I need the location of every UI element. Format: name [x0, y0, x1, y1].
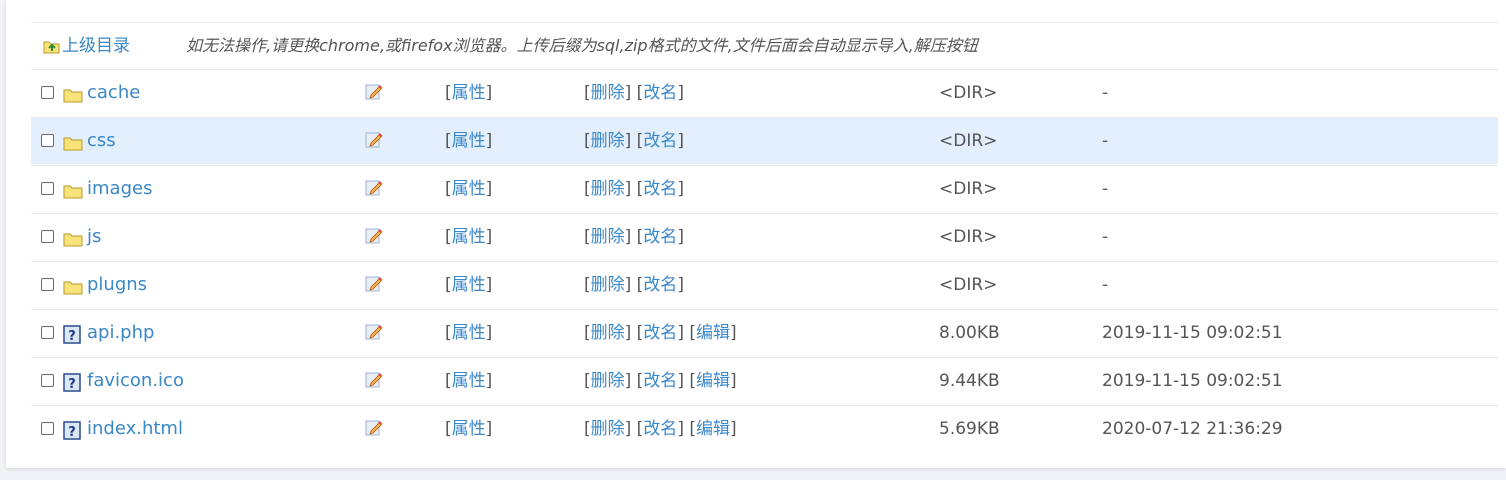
file-row: ? favicon.ico [属性] [删除] [改名] [编辑] 9.44KB 2019… [31, 357, 1498, 404]
svg-text:?: ? [68, 329, 76, 344]
file-name-link[interactable]: js [87, 214, 101, 260]
file-actions: [删除] [改名] [编辑] [584, 371, 737, 391]
folder-icon [63, 231, 83, 252]
delete-link[interactable]: 删除 [591, 179, 625, 199]
file-name-link[interactable]: index.html [87, 406, 183, 452]
folder-icon [63, 135, 83, 156]
file-name-link[interactable]: plugns [87, 262, 147, 308]
properties-link[interactable]: 属性 [452, 179, 486, 199]
select-checkbox[interactable] [41, 374, 54, 387]
edit-pencil-icon[interactable] [365, 275, 383, 298]
file-actions: [删除] [改名] [584, 275, 684, 295]
rename-link[interactable]: 改名 [643, 131, 677, 151]
edit-link[interactable]: 编辑 [696, 371, 730, 391]
properties-link[interactable]: 属性 [452, 83, 486, 103]
file-name-link[interactable]: images [87, 166, 152, 212]
select-checkbox[interactable] [41, 326, 54, 339]
rename-link[interactable]: 改名 [643, 179, 677, 199]
select-checkbox[interactable] [41, 278, 54, 291]
rename-link[interactable]: 改名 [643, 275, 677, 295]
folder-up-icon[interactable] [43, 38, 61, 59]
edit-link[interactable]: 编辑 [696, 323, 730, 343]
folder-icon [63, 183, 83, 204]
file-name-link[interactable]: favicon.ico [87, 358, 184, 404]
file-size: <DIR> [939, 227, 998, 247]
edit-pencil-icon[interactable] [365, 179, 383, 202]
edit-pencil-icon[interactable] [365, 419, 383, 442]
file-name-link[interactable]: cache [87, 70, 140, 116]
unknown-file-icon: ? [63, 421, 81, 445]
delete-link[interactable]: 删除 [591, 371, 625, 391]
delete-link[interactable]: 删除 [591, 323, 625, 343]
file-size: <DIR> [939, 83, 998, 103]
modified-time: 2019-11-15 09:02:51 [1102, 371, 1283, 391]
file-size: <DIR> [939, 131, 998, 151]
modified-time: - [1102, 83, 1109, 103]
file-actions: [删除] [改名] [编辑] [584, 323, 737, 343]
file-row: cache [属性] [删除] [改名] <DIR> - [31, 69, 1498, 116]
properties-link[interactable]: 属性 [452, 419, 486, 439]
modified-time: - [1102, 275, 1109, 295]
modified-time: - [1102, 227, 1109, 247]
file-size: 8.00KB [939, 323, 1000, 343]
select-checkbox[interactable] [41, 182, 54, 195]
file-row: ? index.html [属性] [删除] [改名] [编辑] 5.69KB 2020-… [31, 405, 1498, 452]
delete-link[interactable]: 删除 [591, 227, 625, 247]
select-checkbox[interactable] [41, 230, 54, 243]
properties-link[interactable]: 属性 [452, 275, 486, 295]
edit-pencil-icon[interactable] [365, 323, 383, 346]
file-name-link[interactable]: css [87, 118, 116, 164]
edit-link[interactable]: 编辑 [696, 419, 730, 439]
svg-text:?: ? [68, 425, 76, 440]
file-actions: [删除] [改名] [584, 131, 684, 151]
rename-link[interactable]: 改名 [643, 323, 677, 343]
delete-link[interactable]: 删除 [591, 131, 625, 151]
modified-time: 2019-11-15 09:02:51 [1102, 323, 1283, 343]
properties-link[interactable]: 属性 [452, 371, 486, 391]
file-size: <DIR> [939, 275, 998, 295]
parent-dir-link[interactable]: 上级目录 [62, 23, 130, 69]
file-actions: [删除] [改名] [编辑] [584, 419, 737, 439]
select-checkbox[interactable] [41, 86, 54, 99]
svg-text:?: ? [68, 377, 76, 392]
edit-pencil-icon[interactable] [365, 371, 383, 394]
delete-link[interactable]: 删除 [591, 275, 625, 295]
delete-link[interactable]: 删除 [591, 419, 625, 439]
properties-link[interactable]: 属性 [452, 227, 486, 247]
modified-time: - [1102, 131, 1109, 151]
edit-pencil-icon[interactable] [365, 131, 383, 154]
folder-icon [63, 87, 83, 108]
file-size: 5.69KB [939, 419, 1000, 439]
file-actions: [删除] [改名] [584, 227, 684, 247]
browser-notice: 如无法操作,请更换chrome,或firefox浏览器。上传后缀为sql,zip… [186, 36, 978, 55]
modified-time: 2020-07-12 21:36:29 [1102, 419, 1283, 439]
rename-link[interactable]: 改名 [643, 419, 677, 439]
file-row: plugns [属性] [删除] [改名] <DIR> - [31, 261, 1498, 308]
rename-link[interactable]: 改名 [643, 83, 677, 103]
file-actions: [删除] [改名] [584, 179, 684, 199]
file-actions: [删除] [改名] [584, 83, 684, 103]
delete-link[interactable]: 删除 [591, 83, 625, 103]
edit-pencil-icon[interactable] [365, 227, 383, 250]
file-manager-panel: 上级目录 如无法操作,请更换chrome,或firefox浏览器。上传后缀为sq… [6, 0, 1506, 468]
parent-dir-row: 上级目录 如无法操作,请更换chrome,或firefox浏览器。上传后缀为sq… [31, 22, 1498, 69]
file-row: js [属性] [删除] [改名] <DIR> - [31, 213, 1498, 260]
rename-link[interactable]: 改名 [643, 371, 677, 391]
file-row: css [属性] [删除] [改名] <DIR> - [31, 117, 1498, 164]
folder-icon [63, 279, 83, 300]
select-checkbox[interactable] [41, 134, 54, 147]
file-name-link[interactable]: api.php [87, 310, 154, 356]
select-checkbox[interactable] [41, 422, 54, 435]
unknown-file-icon: ? [63, 325, 81, 349]
unknown-file-icon: ? [63, 373, 81, 397]
rename-link[interactable]: 改名 [643, 227, 677, 247]
file-row: images [属性] [删除] [改名] <DIR> - [31, 165, 1498, 212]
properties-link[interactable]: 属性 [452, 323, 486, 343]
file-size: 9.44KB [939, 371, 1000, 391]
properties-link[interactable]: 属性 [452, 131, 486, 151]
file-size: <DIR> [939, 179, 998, 199]
edit-pencil-icon[interactable] [365, 83, 383, 106]
modified-time: - [1102, 179, 1109, 199]
file-row: ? api.php [属性] [删除] [改名] [编辑] 8.00KB 2019-11-… [31, 309, 1498, 356]
